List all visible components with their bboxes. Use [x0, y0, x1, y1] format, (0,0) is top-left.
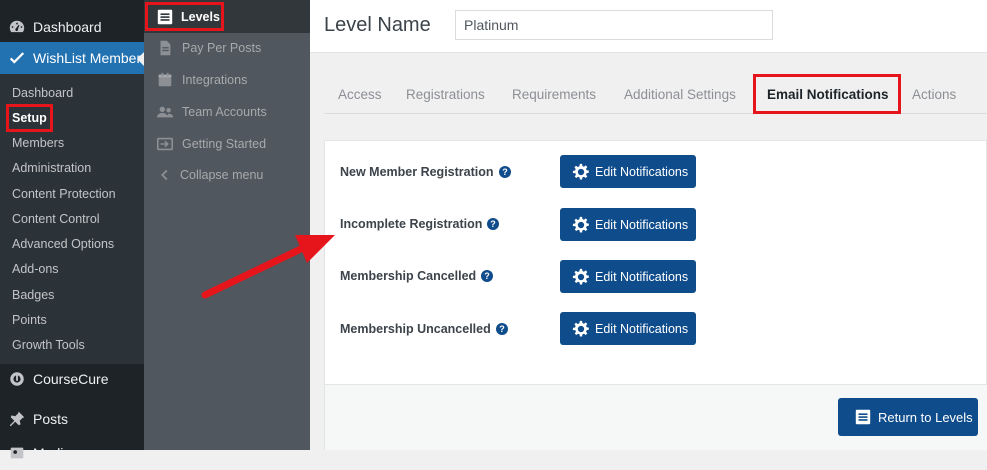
submenu-item-advanced-options[interactable]: Advanced Options [12, 237, 114, 251]
edit-notifications-label: Edit Notifications [595, 164, 689, 179]
gear-icon [572, 163, 589, 180]
question-circle-icon[interactable]: ? [487, 218, 500, 230]
coursecure-icon [8, 370, 26, 388]
list-icon [855, 409, 871, 425]
edit-notifications-label: Edit Notifications [595, 269, 689, 284]
level-settings-tabs: Access Registrations Requirements Additi… [324, 75, 987, 114]
wlm-menu-pay-per-posts[interactable]: Pay Per Posts [144, 35, 310, 61]
wp-admin-sidebar: Dashboard WishList Member Dashboard Setu… [0, 0, 144, 461]
gear-icon [572, 216, 589, 233]
tab-registrations[interactable]: Registrations [406, 87, 485, 102]
notification-row-label: Membership Uncancelled ? [340, 322, 508, 336]
edit-notifications-button-incomplete[interactable]: Edit Notifications [560, 208, 696, 241]
chevron-left-icon [156, 166, 174, 184]
list-icon [156, 8, 174, 26]
edit-notifications-button-uncancelled[interactable]: Edit Notifications [560, 312, 696, 345]
edit-notifications-label: Edit Notifications [595, 217, 689, 232]
wp-menu-coursecure-label: CourseCure [33, 371, 109, 387]
submenu-item-badges[interactable]: Badges [12, 288, 54, 302]
wlm-menu-team-accounts-label: Team Accounts [182, 105, 267, 119]
svg-text:?: ? [484, 271, 490, 281]
tab-email-notifications[interactable]: Email Notifications [767, 87, 889, 102]
svg-text:?: ? [491, 219, 497, 229]
return-to-levels-label: Return to Levels [878, 409, 973, 425]
submenu-item-administration[interactable]: Administration [12, 161, 91, 175]
return-to-levels-button[interactable]: Return to Levels [838, 398, 978, 436]
submenu-item-setup[interactable]: Setup [12, 111, 47, 125]
wlm-menu-levels-label: Levels [181, 9, 220, 24]
level-name-label: Level Name [324, 14, 431, 36]
edit-notifications-label: Edit Notifications [595, 321, 689, 336]
wlm-menu-getting-started[interactable]: Getting Started [144, 131, 310, 157]
level-header: Level Name [310, 0, 987, 53]
submenu-item-add-ons[interactable]: Add-ons [12, 262, 59, 276]
level-name-input[interactable] [455, 10, 773, 40]
wlm-menu-collapse[interactable]: Collapse menu [144, 162, 310, 188]
wlm-menu-collapse-label: Collapse menu [180, 168, 264, 182]
notification-label-uncancelled: Membership Uncancelled [340, 322, 491, 336]
wp-menu-coursecure[interactable]: CourseCure [0, 362, 144, 396]
question-circle-icon[interactable]: ? [498, 166, 511, 178]
gear-icon [572, 320, 589, 337]
wp-menu-dashboard[interactable]: Dashboard [0, 10, 144, 44]
notification-label-incomplete: Incomplete Registration [340, 217, 483, 231]
tab-actions[interactable]: Actions [912, 87, 956, 102]
notification-row-label: Incomplete Registration ? [340, 217, 500, 231]
gear-icon [572, 268, 589, 285]
dashboard-icon [8, 18, 26, 36]
checkmark-icon [8, 49, 26, 67]
wp-menu-media[interactable]: Media [0, 436, 144, 470]
wishlist-submenu: Dashboard Setup Members Administration C… [0, 74, 144, 364]
notification-label-new-member: New Member Registration [340, 165, 494, 179]
notification-label-cancelled: Membership Cancelled [340, 269, 477, 283]
wlm-menu-team-accounts[interactable]: Team Accounts [144, 99, 310, 125]
tab-requirements[interactable]: Requirements [512, 87, 596, 102]
wp-menu-posts-label: Posts [33, 411, 69, 427]
wp-menu-dashboard-label: Dashboard [33, 19, 102, 35]
tab-additional-settings[interactable]: Additional Settings [624, 87, 736, 102]
submenu-item-members[interactable]: Members [12, 136, 64, 150]
current-menu-arrow [137, 52, 144, 66]
submenu-item-growth-tools[interactable]: Growth Tools [12, 338, 85, 352]
submenu-item-dashboard[interactable]: Dashboard [12, 86, 73, 100]
wp-menu-media-label: Media [33, 445, 72, 461]
question-circle-icon[interactable]: ? [495, 323, 508, 335]
main-content: Level Name Access Registrations Requirem… [310, 0, 987, 450]
edit-notifications-button-cancelled[interactable]: Edit Notifications [560, 260, 696, 293]
pin-icon [8, 410, 26, 428]
wlm-menu-integrations-label: Integrations [182, 73, 248, 87]
wlm-menu-levels[interactable]: Levels [144, 0, 310, 33]
calendar-icon [156, 71, 174, 89]
question-circle-icon[interactable]: ? [481, 270, 494, 282]
svg-text:?: ? [499, 324, 505, 334]
notification-row-label: New Member Registration ? [340, 165, 511, 179]
wlm-menu-pay-per-posts-label: Pay Per Posts [182, 41, 262, 55]
sign-in-icon [156, 135, 174, 153]
panel-footer: Return to Levels [324, 385, 987, 450]
tab-access[interactable]: Access [338, 87, 382, 102]
submenu-item-points[interactable]: Points [12, 313, 47, 327]
submenu-item-content-protection[interactable]: Content Protection [12, 187, 116, 201]
wp-menu-wishlist-member[interactable]: WishList Member [0, 42, 144, 74]
wp-menu-posts[interactable]: Posts [0, 402, 144, 436]
wlm-menu-getting-started-label: Getting Started [182, 137, 267, 151]
email-notifications-panel: New Member Registration ? Edit Notificat… [324, 140, 987, 385]
users-icon [156, 103, 174, 121]
svg-text:?: ? [502, 167, 508, 177]
wp-menu-wishlist-member-label: WishList Member [33, 50, 142, 66]
wlm-secondary-menu: Levels Pay Per Posts Integrations Team A… [144, 0, 310, 450]
edit-notifications-button-new-member[interactable]: Edit Notifications [560, 155, 696, 188]
document-icon [156, 39, 174, 57]
wlm-menu-integrations[interactable]: Integrations [144, 67, 310, 93]
media-icon [8, 444, 26, 462]
notification-row-label: Membership Cancelled ? [340, 269, 494, 283]
submenu-item-content-control[interactable]: Content Control [12, 212, 100, 226]
